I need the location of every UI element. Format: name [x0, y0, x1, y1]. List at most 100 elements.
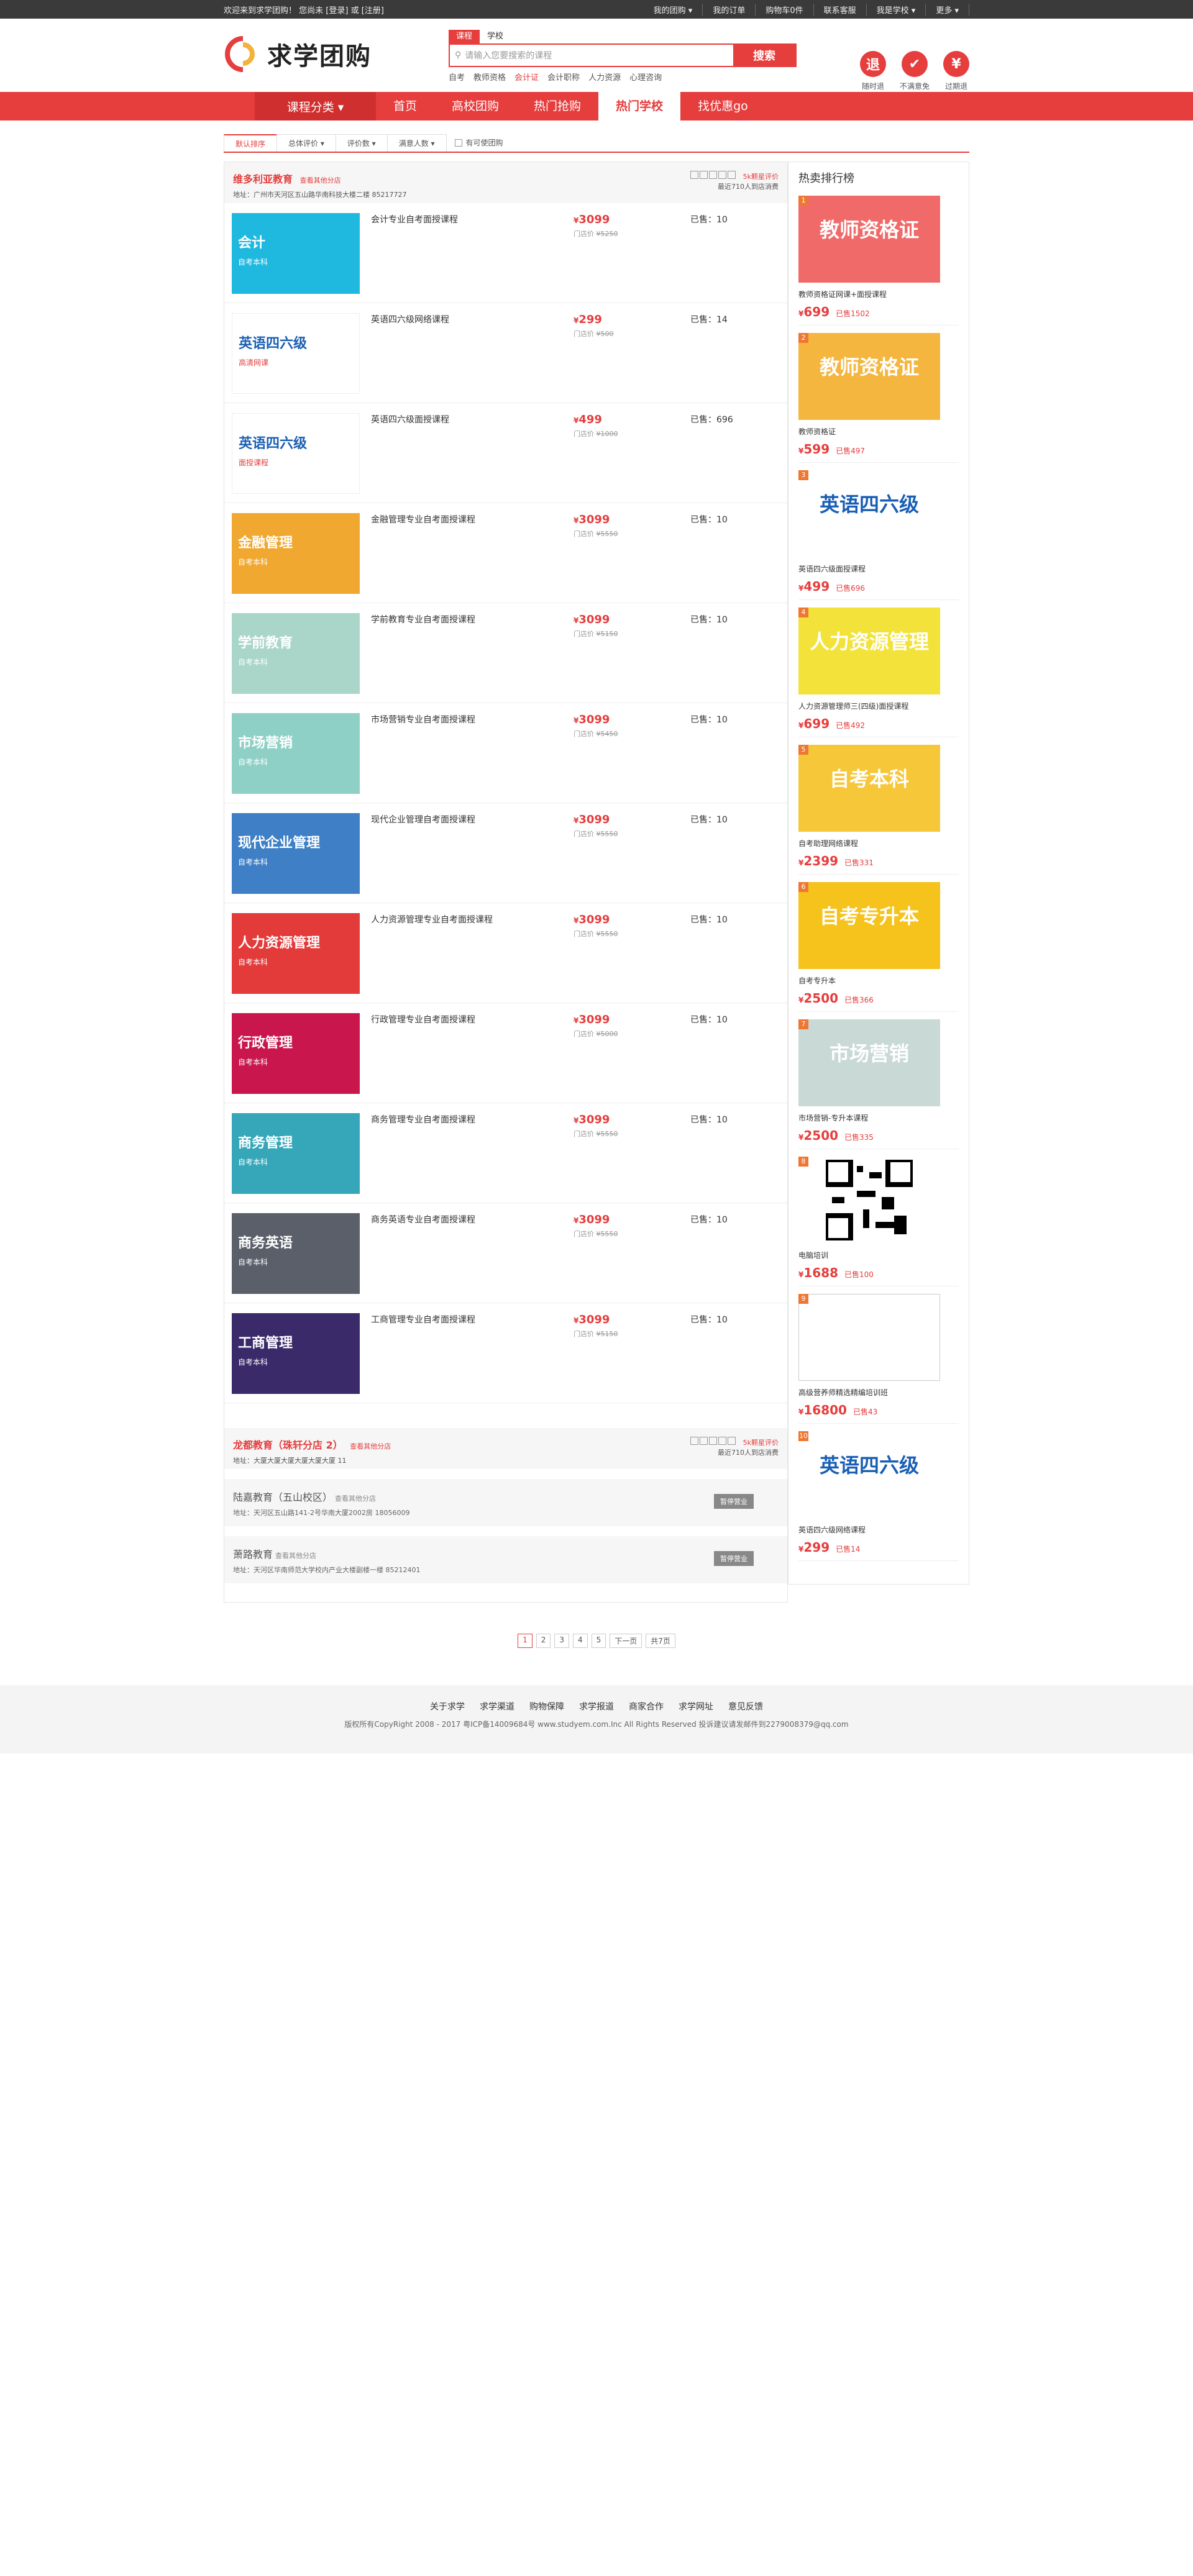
ranking-name[interactable]: 电脑培训 [798, 1250, 959, 1260]
hot-keyword[interactable]: 人力资源 [588, 71, 621, 83]
available-filter[interactable]: 有可使团购 [454, 134, 503, 152]
course-title[interactable]: 商务英语专业自考面授课程 [371, 1213, 567, 1294]
course-thumbnail[interactable]: 商务英语 自考本科 [232, 1213, 360, 1294]
ranking-item[interactable]: 自考本科 5 自考助理网络课程 ¥2399 已售331 [798, 745, 959, 875]
ranking-item[interactable]: 英语四六级 3 英语四六级面授课程 ¥499 已售696 [798, 470, 959, 600]
store-name[interactable]: 萧路教育 查看其他分店 [233, 1546, 779, 1561]
footer-link[interactable]: 求学渠道 [480, 1700, 514, 1713]
course-thumbnail[interactable]: 英语四六级 高清网课 [232, 313, 360, 394]
ranking-image[interactable]: 市场营销 7 [798, 1019, 940, 1106]
course-row[interactable]: 学前教育 自考本科 学前教育专业自考面授课程 ¥3099 门店价 ¥5150 已售：10 [224, 603, 787, 703]
ranking-name[interactable]: 教师资格证 [798, 426, 959, 437]
page-1[interactable]: 1 [518, 1634, 533, 1648]
nav-hot-schools[interactable]: 热门学校 [598, 92, 681, 121]
course-title[interactable]: 学前教育专业自考面授课程 [371, 613, 567, 694]
ranking-name[interactable]: 英语四六级网络课程 [798, 1524, 959, 1535]
ranking-image[interactable]: 英语四六级 3 [798, 470, 940, 557]
top-link-service[interactable]: 联系客服 [814, 3, 867, 16]
course-title[interactable]: 人力资源管理专业自考面授课程 [371, 913, 567, 994]
next-page-button[interactable]: 下一页 [610, 1634, 642, 1648]
nav-college-group[interactable]: 高校团购 [434, 92, 516, 121]
ranking-name[interactable]: 市场营销-专升本课程 [798, 1113, 959, 1123]
course-category-menu[interactable]: 课程分类 ▾ [255, 92, 376, 121]
course-row[interactable]: 现代企业管理 自考本科 现代企业管理自考面授课程 ¥3099 门店价 ¥5550 已售：1… [224, 803, 787, 903]
ranking-item[interactable]: 教师资格证 1 教师资格证网课+面授课程 ¥699 已售1502 [798, 196, 959, 325]
other-branches-link[interactable]: 查看其他分店 [275, 1552, 316, 1560]
ranking-name[interactable]: 自考助理网络课程 [798, 838, 959, 849]
ranking-item[interactable]: 英语四六级 10 英语四六级网络课程 ¥299 已售14 [798, 1431, 959, 1561]
hot-keyword[interactable]: 自考 [449, 71, 465, 83]
store-name-text[interactable]: 维多利亚教育 [233, 173, 293, 185]
course-row[interactable]: 商务管理 自考本科 商务管理专业自考面授课程 ¥3099 门店价 ¥5550 已售：10 [224, 1103, 787, 1203]
top-link-cart[interactable]: 购物车0件 [756, 3, 814, 16]
ranking-item[interactable]: 人力资源管理 4 人力资源管理师三(四级)面授课程 ¥699 已售492 [798, 608, 959, 737]
store-name-text[interactable]: 龙都教育（珠轩分店 2） [233, 1439, 343, 1451]
sort-overall-rating[interactable]: 总体评价 ▾ [277, 134, 336, 152]
ranking-item[interactable]: 教师资格证 2 教师资格证 ¥599 已售497 [798, 333, 959, 463]
course-title[interactable]: 商务管理专业自考面授课程 [371, 1113, 567, 1194]
sort-review-count[interactable]: 评价数 ▾ [335, 134, 388, 152]
other-branches-link[interactable]: 查看其他分店 [300, 176, 341, 184]
login-prompt[interactable]: 您尚未 [登录] 或 [注册] [299, 6, 384, 16]
ranking-name[interactable]: 教师资格证网课+面授课程 [798, 289, 959, 299]
search-tab-course[interactable]: 课程 [449, 30, 480, 43]
ranking-image[interactable]: 教师资格证 1 [798, 196, 940, 283]
ranking-image[interactable]: 自考本科 5 [798, 745, 940, 832]
course-thumbnail[interactable]: 金融管理 自考本科 [232, 513, 360, 594]
course-thumbnail[interactable]: 人力资源管理 自考本科 [232, 913, 360, 994]
course-thumbnail[interactable]: 行政管理 自考本科 [232, 1013, 360, 1094]
ranking-name[interactable]: 英语四六级面授课程 [798, 563, 959, 574]
footer-link[interactable]: 购物保障 [529, 1700, 564, 1713]
top-link-more[interactable]: 更多 ▾ [926, 3, 969, 16]
course-row[interactable]: 会计 自考本科 会计专业自考面授课程 ¥3099 门店价 ¥5250 已售：10 [224, 203, 787, 303]
rating-link[interactable]: 5k颗星评价 [743, 173, 779, 181]
course-title[interactable]: 英语四六级面授课程 [371, 413, 567, 494]
store-name[interactable]: 陆嘉教育（五山校区） 查看其他分店 [233, 1489, 779, 1504]
hot-keyword[interactable]: 会计职称 [547, 71, 580, 83]
course-thumbnail[interactable]: 市场营销 自考本科 [232, 713, 360, 794]
nav-find-deals[interactable]: 找优惠go [680, 92, 766, 121]
course-title[interactable]: 英语四六级网络课程 [371, 313, 567, 394]
hot-keyword[interactable]: 会计证 [514, 71, 539, 83]
course-title[interactable]: 金融管理专业自考面授课程 [371, 513, 567, 594]
course-thumbnail[interactable]: 会计 自考本科 [232, 213, 360, 294]
ranking-name[interactable]: 人力资源管理师三(四级)面授课程 [798, 701, 959, 711]
ranking-image[interactable]: 9 [798, 1294, 940, 1381]
other-branches-link[interactable]: 查看其他分店 [335, 1495, 376, 1503]
store-name-text[interactable]: 陆嘉教育（五山校区） [233, 1491, 332, 1503]
course-row[interactable]: 工商管理 自考本科 工商管理专业自考面授课程 ¥3099 门店价 ¥5150 已售：10 [224, 1303, 787, 1403]
ranking-image[interactable]: 英语四六级 10 [798, 1431, 940, 1518]
course-thumbnail[interactable]: 工商管理 自考本科 [232, 1313, 360, 1394]
other-branches-link[interactable]: 查看其他分店 [350, 1442, 391, 1450]
search-tab-school[interactable]: 学校 [480, 30, 511, 43]
footer-link[interactable]: 商家合作 [629, 1700, 664, 1713]
sort-default[interactable]: 默认排序 [224, 134, 278, 152]
footer-link[interactable]: 求学网址 [679, 1700, 713, 1713]
course-title[interactable]: 市场营销专业自考面授课程 [371, 713, 567, 794]
top-link-my-group[interactable]: 我的团购 ▾ [644, 3, 703, 16]
course-thumbnail[interactable]: 学前教育 自考本科 [232, 613, 360, 694]
ranking-image[interactable]: 自考专升本 6 [798, 882, 940, 969]
course-title[interactable]: 会计专业自考面授课程 [371, 213, 567, 294]
footer-link[interactable]: 意见反馈 [728, 1700, 763, 1713]
ranking-item[interactable]: 市场营销 7 市场营销-专升本课程 ¥2500 已售335 [798, 1019, 959, 1149]
course-title[interactable]: 现代企业管理自考面授课程 [371, 813, 567, 894]
course-row[interactable]: 行政管理 自考本科 行政管理专业自考面授课程 ¥3099 门店价 ¥5000 已售：10 [224, 1003, 787, 1103]
ranking-image[interactable]: 教师资格证 2 [798, 333, 940, 420]
store-name-text[interactable]: 萧路教育 [233, 1549, 273, 1560]
site-logo[interactable]: 求学团购 [224, 35, 372, 73]
top-link-school[interactable]: 我是学校 ▾ [867, 3, 926, 16]
ranking-item[interactable]: 自考专升本 6 自考专升本 ¥2500 已售366 [798, 882, 959, 1012]
page-2[interactable]: 2 [536, 1634, 551, 1648]
hot-keyword[interactable]: 教师资格 [473, 71, 506, 83]
course-row[interactable]: 人力资源管理 自考本科 人力资源管理专业自考面授课程 ¥3099 门店价 ¥5550 已售… [224, 903, 787, 1003]
hot-keyword[interactable]: 心理咨询 [629, 71, 662, 83]
course-title[interactable]: 工商管理专业自考面授课程 [371, 1313, 567, 1394]
search-button[interactable]: 搜索 [733, 45, 795, 66]
page-5[interactable]: 5 [591, 1634, 606, 1648]
footer-link[interactable]: 关于求学 [430, 1700, 465, 1713]
ranking-image[interactable]: 人力资源管理 4 [798, 608, 940, 694]
nav-hot-rush[interactable]: 热门抢购 [516, 92, 598, 121]
ranking-name[interactable]: 自考专升本 [798, 975, 959, 986]
ranking-item[interactable]: 8 电脑培训 ¥1688 已售100 [798, 1157, 959, 1286]
